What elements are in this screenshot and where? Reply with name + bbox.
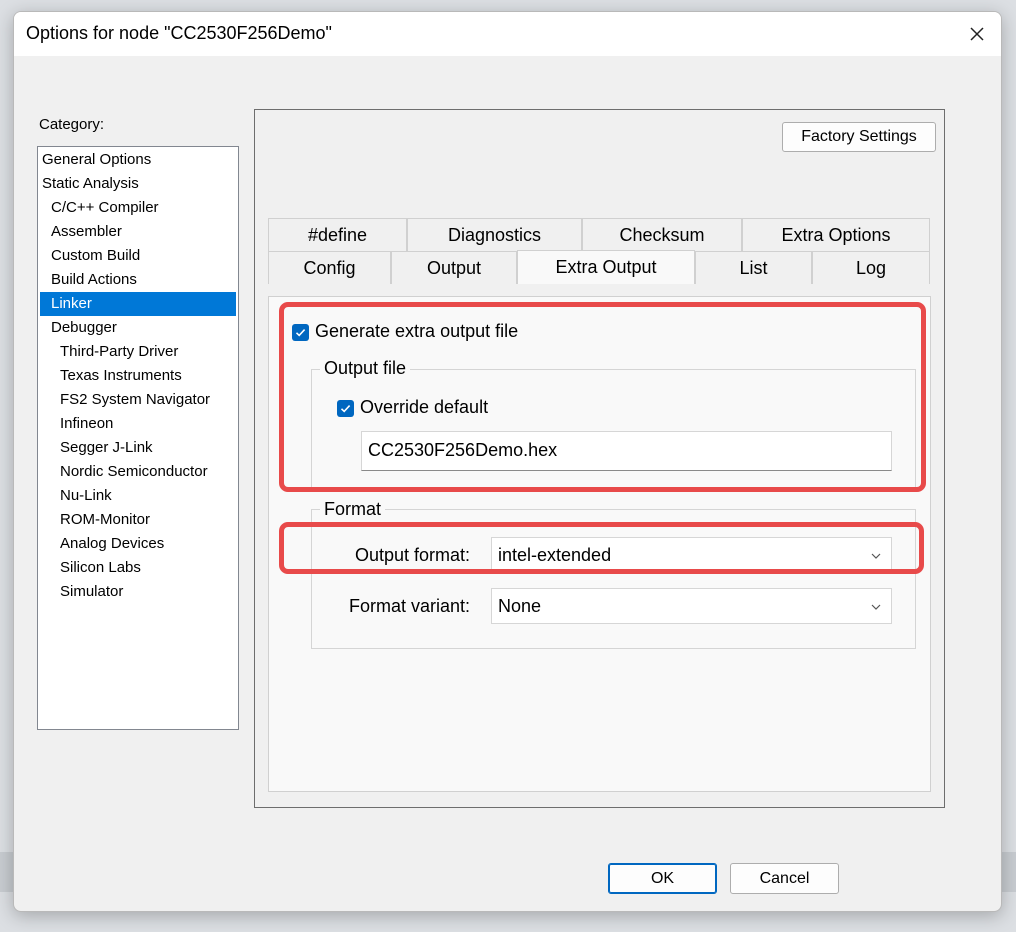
category-item-custom-build[interactable]: Custom Build: [40, 244, 236, 268]
tab-define[interactable]: #define: [268, 218, 407, 251]
output-format-value: intel-extended: [498, 545, 612, 565]
options-panel: Factory Settings #define Diagnostics Che…: [254, 109, 945, 808]
category-item-silicon-labs[interactable]: Silicon Labs: [40, 556, 236, 580]
tab-log[interactable]: Log: [812, 251, 930, 284]
tab-list[interactable]: List: [695, 251, 812, 284]
tab-checksum[interactable]: Checksum: [582, 218, 742, 251]
output-filename-field[interactable]: CC2530F256Demo.hex: [361, 431, 892, 471]
output-format-label: Output format:: [355, 545, 471, 565]
output-format-select[interactable]: intel-extended: [491, 537, 892, 573]
category-item-simulator[interactable]: Simulator: [40, 580, 236, 604]
ok-button[interactable]: OK: [608, 863, 717, 894]
category-item-static-analysis[interactable]: Static Analysis: [41, 172, 236, 196]
category-item-general-options[interactable]: General Options: [41, 148, 236, 172]
background-window-edge: [0, 852, 13, 892]
category-item-debugger[interactable]: Debugger: [40, 316, 236, 340]
output-file-group: [311, 369, 916, 489]
category-item-infineon[interactable]: Infineon: [40, 412, 236, 436]
override-default-checkbox[interactable]: [337, 400, 354, 417]
check-icon: [340, 405, 351, 413]
tab-extra-output[interactable]: Extra Output: [517, 250, 695, 284]
close-icon: [970, 27, 984, 41]
category-item-segger-j-link[interactable]: Segger J-Link: [40, 436, 236, 460]
category-item-c-c-compiler[interactable]: C/C++ Compiler: [40, 196, 236, 220]
category-item-third-party-driver[interactable]: Third-Party Driver: [40, 340, 236, 364]
check-icon: [295, 329, 306, 337]
generate-extra-output-checkbox[interactable]: [292, 324, 309, 341]
category-item-linker[interactable]: Linker: [40, 292, 236, 316]
tab-output[interactable]: Output: [391, 251, 517, 284]
close-button[interactable]: [953, 12, 1001, 56]
format-group: [311, 509, 916, 649]
output-file-group-title: Output file: [320, 358, 411, 379]
chevron-down-icon: [871, 553, 881, 559]
override-default-label: Override default: [360, 397, 489, 417]
category-item-nu-link[interactable]: Nu-Link: [40, 484, 236, 508]
category-item-texas-instruments[interactable]: Texas Instruments: [40, 364, 236, 388]
format-variant-select[interactable]: None: [491, 588, 892, 624]
options-dialog: Options for node "CC2530F256Demo" Catego…: [13, 11, 1002, 912]
category-item-analog-devices[interactable]: Analog Devices: [40, 532, 236, 556]
format-group-title: Format: [320, 499, 386, 520]
generate-extra-output-label: Generate extra output file: [315, 321, 519, 341]
category-item-rom-monitor[interactable]: ROM-Monitor: [40, 508, 236, 532]
tab-extra-options[interactable]: Extra Options: [742, 218, 930, 251]
category-item-nordic-semiconductor[interactable]: Nordic Semiconductor: [40, 460, 236, 484]
category-item-fs2-system-navigator[interactable]: FS2 System Navigator: [40, 388, 236, 412]
window-title: Options for node "CC2530F256Demo": [26, 23, 332, 43]
format-variant-label: Format variant:: [349, 596, 471, 616]
title-bar: Options for node "CC2530F256Demo": [14, 12, 1001, 56]
extra-output-tab-panel: Generate extra output file Output file O…: [268, 296, 931, 792]
cancel-button[interactable]: Cancel: [730, 863, 839, 894]
chevron-down-icon: [871, 604, 881, 610]
category-item-assembler[interactable]: Assembler: [40, 220, 236, 244]
factory-settings-button[interactable]: Factory Settings: [782, 122, 936, 152]
category-list[interactable]: General Options Static Analysis C/C++ Comp…: [37, 146, 239, 730]
background-window-edge-right: [1000, 852, 1016, 892]
tab-config[interactable]: Config: [268, 251, 391, 284]
category-item-build-actions[interactable]: Build Actions: [40, 268, 236, 292]
format-variant-value: None: [498, 596, 542, 616]
category-label: Category:: [39, 116, 105, 133]
tab-diagnostics[interactable]: Diagnostics: [407, 218, 582, 251]
